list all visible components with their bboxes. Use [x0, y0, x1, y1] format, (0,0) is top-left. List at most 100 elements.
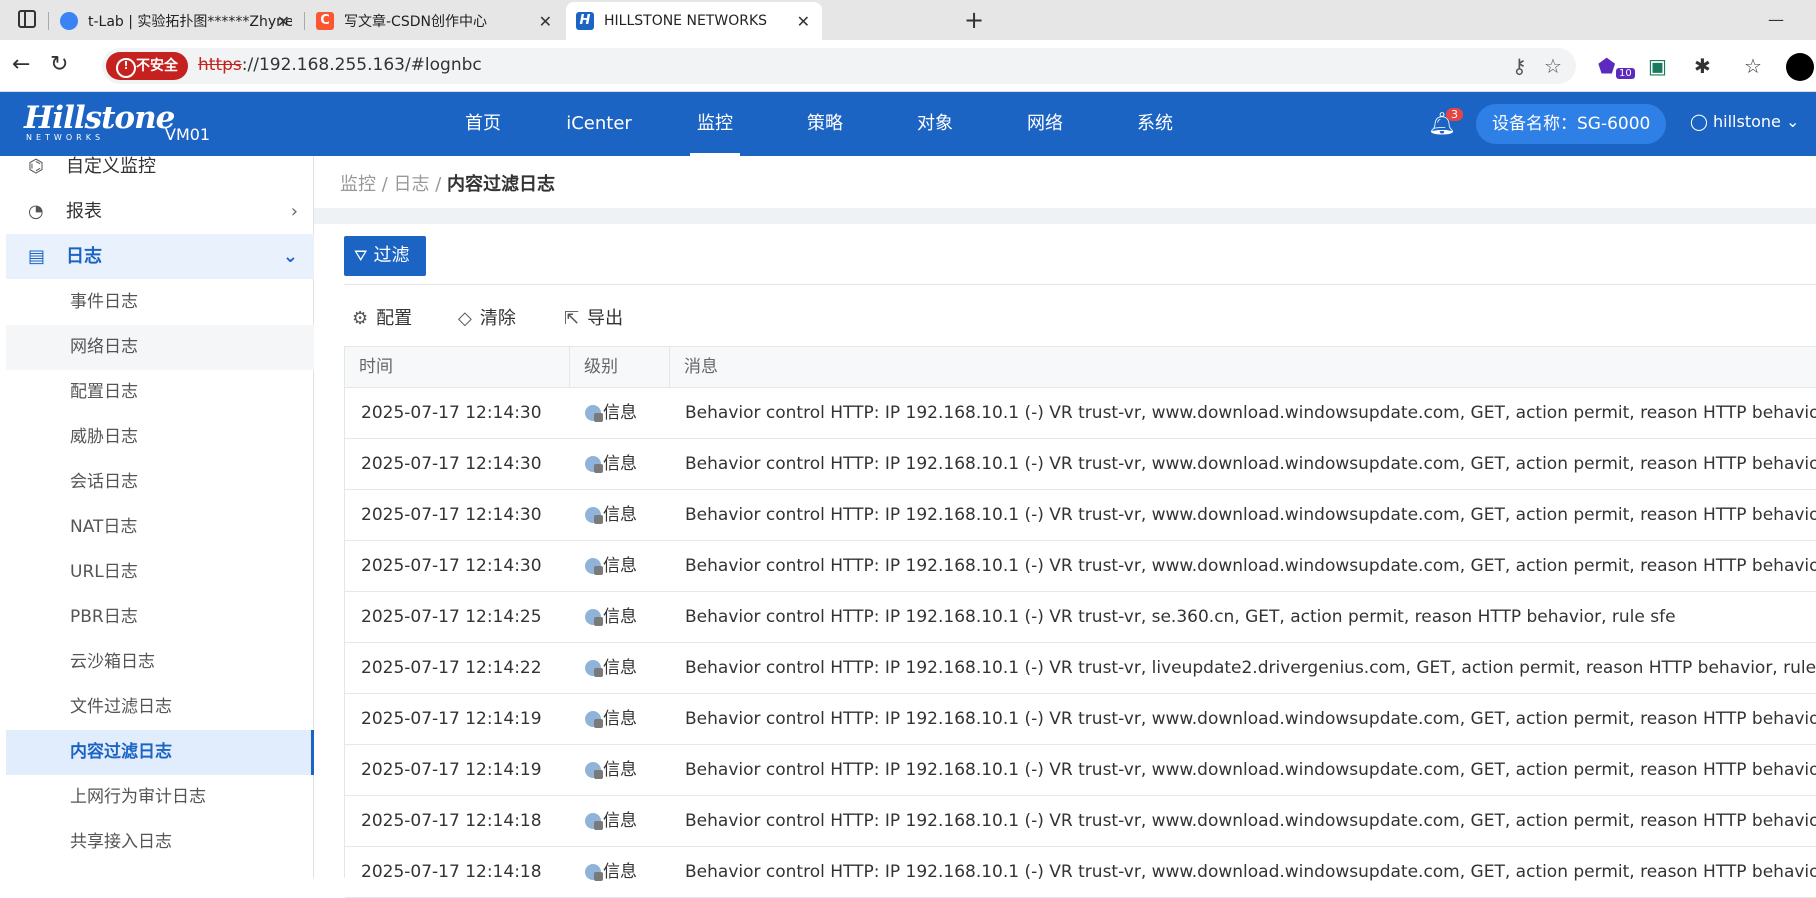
minimize-window-icon[interactable]: — [1768, 10, 1784, 29]
sidebar-sub-sandbox-log[interactable]: 云沙箱日志 [6, 640, 314, 685]
row-level: 信息 [585, 847, 665, 898]
hillstone-favicon-icon: H [576, 12, 594, 30]
nav-monitor[interactable]: 监控 [690, 92, 740, 156]
row-level: 信息 [585, 745, 665, 796]
nav-object[interactable]: 对象 [910, 92, 960, 156]
row-level-text: 信息 [603, 760, 637, 780]
hillstone-logo: Hillstone [24, 100, 175, 136]
table-row[interactable]: 2025-07-17 12:14:18 信息 Behavior control HT… [345, 796, 1816, 847]
nav-home[interactable]: 首页 [455, 92, 511, 156]
sidebar-item-report[interactable]: ◔ 报表 › [6, 189, 314, 234]
log-table: 时间 级别 消息 2025-07-17 12:14:30 信息 Behavior c… [344, 346, 1816, 898]
user-menu[interactable]: ◯ hillstone ⌄ [1690, 112, 1799, 131]
clear-button[interactable]: ◇ 清除 [458, 304, 516, 330]
tab-title: t-Lab | 实验拓扑图******Zhynet-lc [88, 14, 292, 30]
nav-network[interactable]: 网络 [1020, 92, 1070, 156]
key-icon[interactable]: ⚷ [1512, 54, 1527, 78]
screen-extension-icon[interactable]: ▣ [1648, 54, 1667, 78]
browser-tab-tlab[interactable]: t-Lab | 实验拓扑图******Zhynet-lc ✕ [50, 2, 302, 40]
sidebar-sub-content-filter-log[interactable]: 内容过滤日志 [6, 730, 314, 775]
filter-button[interactable]: ⛛ 过滤 [344, 236, 426, 276]
breadcrumb-separator: / [376, 174, 394, 195]
sidebar-sub-threat-log[interactable]: 威胁日志 [6, 415, 314, 460]
reload-icon[interactable]: ↻ [50, 52, 68, 77]
configure-label: 配置 [376, 308, 413, 329]
breadcrumb-log[interactable]: 日志 [394, 174, 430, 195]
sidebar-item-custom-monitor[interactable]: ⌬ 自定义监控 [6, 144, 314, 189]
sidebar-sub-network-log[interactable]: 网络日志 [6, 325, 314, 370]
sidebar-sub-shared-access-log[interactable]: 共享接入日志 [6, 820, 314, 865]
column-message[interactable]: 消息 [670, 347, 1816, 388]
sidebar-sub-config-log[interactable]: 配置日志 [6, 370, 314, 415]
nav-system[interactable]: 系统 [1130, 92, 1180, 156]
favorite-star-icon[interactable]: ☆ [1544, 54, 1562, 78]
url-path: ://192.168.255.163/#lognbc [241, 55, 482, 75]
browser-toolbar: ← ↻ 不安全 https://192.168.255.163/#lognbc … [0, 40, 1816, 92]
row-level: 信息 [585, 490, 665, 541]
close-tab-icon[interactable]: ✕ [539, 12, 552, 31]
sidebar-sub-file-filter-log[interactable]: 文件过滤日志 [6, 685, 314, 730]
row-time: 2025-07-17 12:14:30 [361, 403, 542, 423]
row-level: 信息 [585, 643, 665, 694]
new-tab-icon[interactable]: + [964, 6, 984, 34]
row-level-text: 信息 [603, 607, 637, 627]
export-label: 导出 [587, 308, 624, 329]
sidebar-sub-event-log[interactable]: 事件日志 [6, 280, 314, 325]
browser-tab-csdn[interactable]: C 写文章-CSDN创作中心 ✕ [306, 2, 564, 40]
monitor-icon: ⌬ [28, 156, 44, 177]
table-row[interactable]: 2025-07-17 12:14:19 信息 Behavior control HT… [345, 745, 1816, 796]
close-tab-icon[interactable]: ✕ [797, 12, 810, 31]
sidebar-sub-nat-log[interactable]: NAT日志 [6, 505, 314, 550]
row-message: Behavior control HTTP: IP 192.168.10.1 (… [685, 556, 1816, 576]
extensions-puzzle-icon[interactable]: ✱ [1694, 54, 1711, 78]
back-arrow-icon[interactable]: ← [12, 52, 30, 77]
table-row[interactable]: 2025-07-17 12:14:30 信息 Behavior control HT… [345, 490, 1816, 541]
row-level-text: 信息 [603, 862, 637, 882]
column-time[interactable]: 时间 [345, 347, 570, 388]
row-level: 信息 [585, 541, 665, 592]
table-row[interactable]: 2025-07-17 12:14:22 信息 Behavior control HT… [345, 643, 1816, 694]
logo-subtitle: NETWORKS [26, 133, 105, 142]
table-row[interactable]: 2025-07-17 12:14:19 信息 Behavior control HT… [345, 694, 1816, 745]
gear-icon: ⚙ [352, 308, 369, 329]
table-row[interactable]: 2025-07-17 12:14:30 信息 Behavior control HT… [345, 388, 1816, 439]
sidebar-sub-web-audit-log[interactable]: 上网行为审计日志 [6, 775, 314, 820]
row-time: 2025-07-17 12:14:30 [361, 556, 542, 576]
notification-badge: 3 [1446, 108, 1463, 121]
sidebar-item-log[interactable]: ▤ 日志 ⌄ [6, 234, 314, 279]
table-row[interactable]: 2025-07-17 12:14:18 信息 Behavior control HT… [345, 847, 1816, 898]
info-level-icon [585, 558, 603, 575]
row-time: 2025-07-17 12:14:30 [361, 454, 542, 474]
table-row[interactable]: 2025-07-17 12:14:25 信息 Behavior control HT… [345, 592, 1816, 643]
sidebar-sub-pbr-log[interactable]: PBR日志 [6, 595, 314, 640]
not-secure-badge[interactable]: 不安全 [106, 52, 188, 80]
column-level[interactable]: 级别 [570, 347, 670, 388]
info-level-icon [585, 813, 603, 830]
close-tab-icon[interactable]: ✕ [277, 12, 290, 31]
profile-avatar[interactable] [1786, 53, 1814, 81]
nav-policy[interactable]: 策略 [800, 92, 850, 156]
row-level-text: 信息 [603, 709, 637, 729]
row-level-text: 信息 [603, 454, 637, 474]
browser-tab-hillstone[interactable]: H HILLSTONE NETWORKS ✕ [566, 2, 822, 40]
info-level-icon [585, 609, 603, 626]
info-level-icon [585, 660, 603, 677]
tab-actions-icon[interactable] [18, 10, 36, 28]
sidebar-item-label: 自定义监控 [66, 156, 156, 177]
breadcrumb-monitor[interactable]: 监控 [340, 174, 376, 195]
table-row[interactable]: 2025-07-17 12:14:30 信息 Behavior control HT… [345, 439, 1816, 490]
favorites-list-icon[interactable]: ☆ [1744, 54, 1762, 78]
sidebar-sub-session-log[interactable]: 会话日志 [6, 460, 314, 505]
row-level: 信息 [585, 439, 665, 490]
table-row[interactable]: 2025-07-17 12:14:30 信息 Behavior control HT… [345, 541, 1816, 592]
sidebar-sub-url-log[interactable]: URL日志 [6, 550, 314, 595]
configure-button[interactable]: ⚙ 配置 [352, 304, 412, 330]
extension-icon[interactable]: ⬟ [1598, 54, 1615, 78]
nav-icenter[interactable]: iCenter [562, 92, 636, 156]
url-text[interactable]: https://192.168.255.163/#lognbc [198, 55, 482, 75]
info-level-icon [585, 762, 603, 779]
address-bar[interactable]: 不安全 https://192.168.255.163/#lognbc ⚷ ☆ [102, 48, 1576, 84]
export-button[interactable]: ⇱ 导出 [564, 304, 623, 330]
device-name-badge: 设备名称：SG-6000 [1476, 104, 1667, 144]
sidebar-item-label: 日志 [66, 246, 102, 267]
